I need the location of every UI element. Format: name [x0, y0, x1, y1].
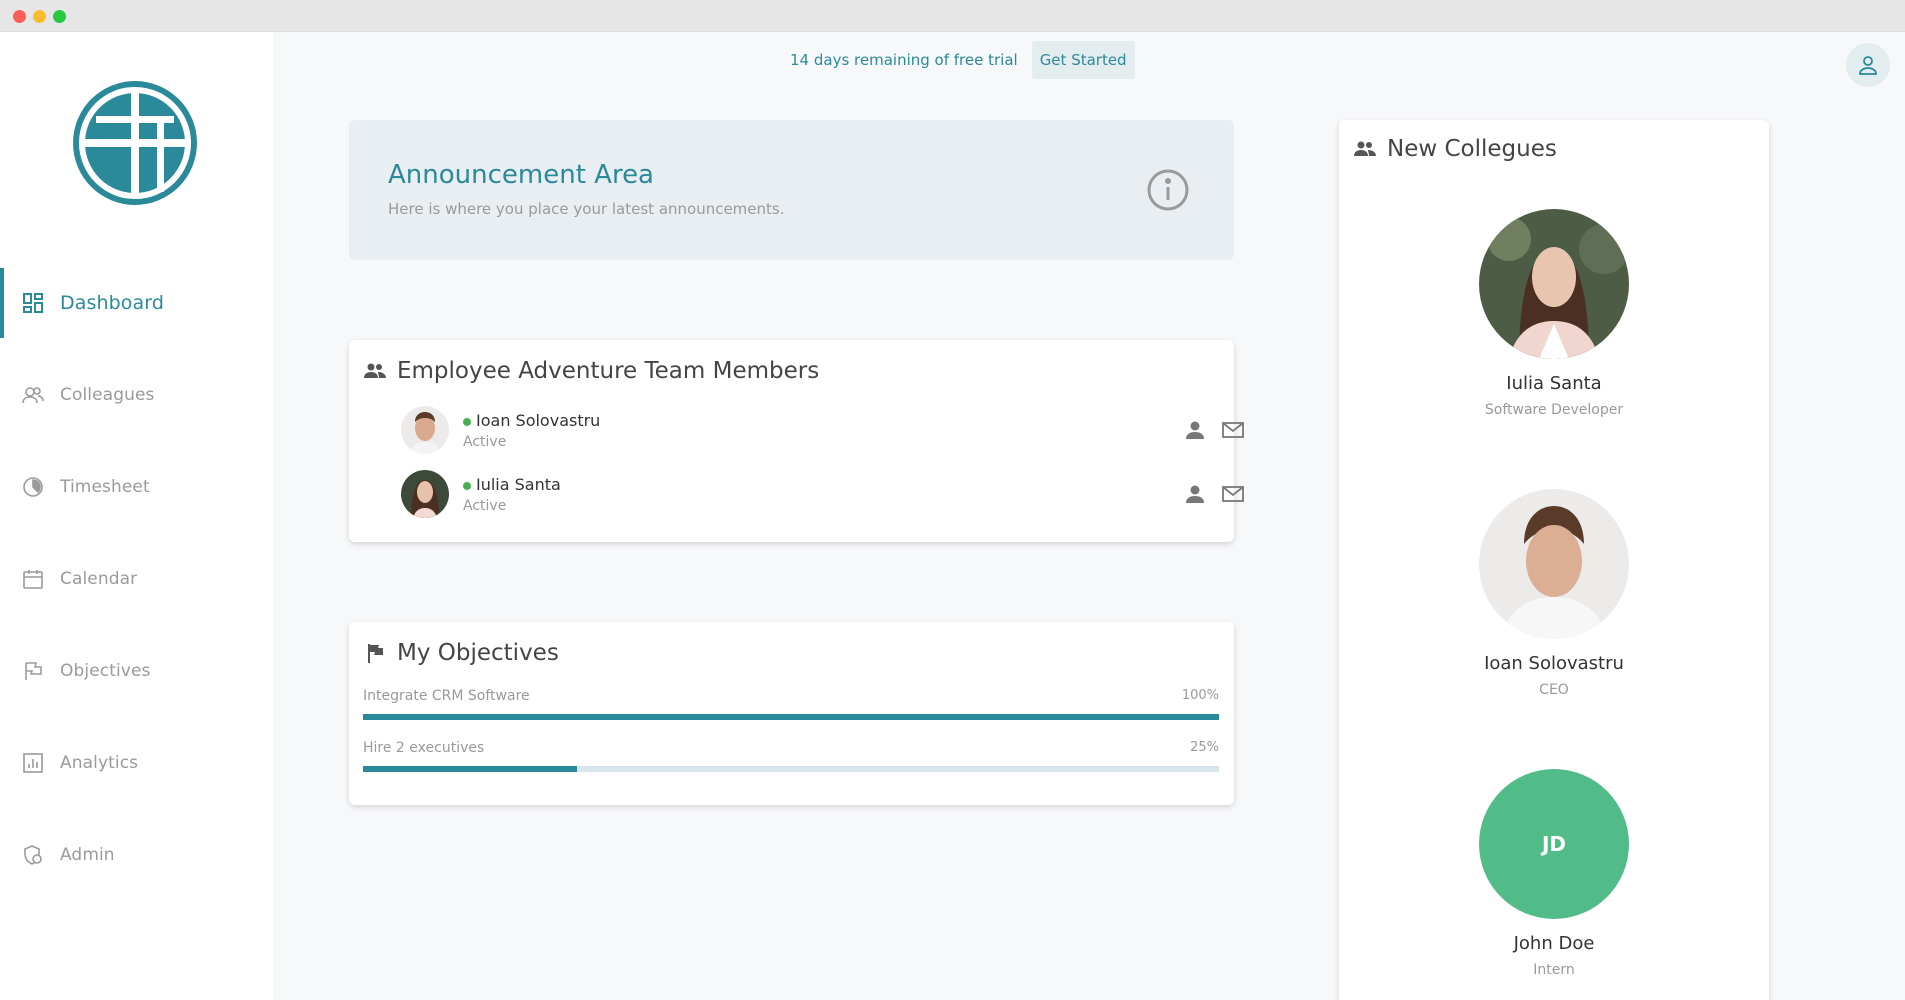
close-window-button[interactable] — [13, 10, 26, 23]
colleague-role: Intern — [1533, 962, 1575, 978]
team-card-title: Employee Adventure Team Members — [397, 358, 820, 384]
avatar[interactable] — [1479, 489, 1629, 639]
trial-message: 14 days remaining of free trial — [790, 51, 1018, 69]
status-dot — [463, 482, 471, 490]
team-member-row: Iulia Santa Active — [401, 470, 1244, 520]
flag-icon — [363, 641, 387, 665]
view-profile-icon[interactable] — [1183, 418, 1207, 442]
announcement-subtitle: Here is where you place your latest anno… — [388, 200, 785, 218]
colleague-profile[interactable]: Iulia Santa Software Developer — [1339, 209, 1769, 418]
flag-icon — [22, 660, 44, 682]
view-profile-icon[interactable] — [1183, 482, 1207, 506]
team-member-row: Ioan Solovastru Active — [401, 406, 1244, 456]
avatar-initials: JD — [1541, 832, 1567, 856]
sidebar-item-label: Timesheet — [60, 477, 150, 497]
sidebar-item-dashboard[interactable]: Dashboard — [0, 268, 273, 338]
objective-name: Integrate CRM Software — [363, 688, 530, 704]
avatar[interactable] — [401, 470, 449, 518]
objective-percent: 100% — [1181, 688, 1219, 703]
info-icon[interactable] — [1146, 168, 1190, 212]
member-name: Ioan Solovastru — [476, 411, 601, 430]
pie-clock-icon — [22, 476, 44, 498]
sidebar-item-label: Admin — [60, 845, 115, 865]
window-titlebar — [0, 0, 1905, 32]
sidebar-item-timesheet[interactable]: Timesheet — [0, 452, 273, 522]
avatar[interactable] — [1479, 209, 1629, 359]
objective-progress-fill — [363, 766, 577, 772]
colleague-name: Ioan Solovastru — [1484, 653, 1624, 674]
objective-percent: 25% — [1190, 740, 1219, 755]
objectives-card-header: My Objectives — [363, 640, 559, 666]
objective-progress-track — [363, 714, 1219, 720]
team-members-card: Employee Adventure Team Members Ioan Sol… — [349, 340, 1244, 542]
dashboard-icon — [22, 292, 44, 314]
sidebar-item-colleagues[interactable]: Colleagues — [0, 360, 273, 430]
member-status: Active — [463, 498, 507, 514]
sidebar-item-label: Analytics — [60, 753, 139, 773]
people-icon — [22, 384, 44, 406]
status-dot — [463, 418, 471, 426]
group-icon — [1353, 137, 1377, 161]
new-colleagues-title: New Collegues — [1387, 136, 1557, 162]
new-colleagues-header: New Collegues — [1353, 136, 1557, 162]
team-card-header: Employee Adventure Team Members — [363, 358, 819, 384]
user-icon — [1859, 56, 1877, 75]
member-name: Iulia Santa — [476, 475, 561, 494]
announcement-area: Announcement Area Here is where you plac… — [349, 120, 1234, 260]
colleague-role: Software Developer — [1484, 402, 1624, 418]
sidebar-item-label: Colleagues — [60, 385, 155, 405]
minimize-window-button[interactable] — [33, 10, 46, 23]
sidebar-item-admin[interactable]: Admin — [0, 820, 273, 890]
bar-chart-icon — [22, 752, 44, 774]
colleague-role: CEO — [1539, 682, 1569, 698]
colleague-name: Iulia Santa — [1506, 373, 1602, 394]
sidebar-item-calendar[interactable]: Calendar — [0, 544, 273, 614]
objectives-card-title: My Objectives — [397, 640, 559, 666]
objective-progress-fill — [363, 714, 1219, 720]
colleague-profile[interactable]: Ioan Solovastru CEO — [1339, 489, 1769, 698]
objective-progress-track — [363, 766, 1219, 772]
group-icon — [363, 359, 387, 383]
new-colleagues-card: New Collegues Iulia Santa Software Devel… — [1339, 120, 1769, 1000]
objective-name: Hire 2 executives — [363, 740, 485, 756]
colleague-name: John Doe — [1513, 933, 1595, 954]
avatar[interactable] — [401, 406, 449, 454]
sidebar-item-label: Calendar — [60, 569, 138, 589]
sidebar-item-objectives[interactable]: Objectives — [0, 636, 273, 706]
user-profile-button[interactable] — [1846, 43, 1890, 87]
sidebar-item-label: Objectives — [60, 661, 151, 681]
sidebar: Dashboard Colleagues Timesheet Calendar — [0, 32, 273, 1000]
mail-icon[interactable] — [1221, 418, 1245, 442]
zoom-window-button[interactable] — [53, 10, 66, 23]
colleague-profile[interactable]: JD John Doe Intern — [1339, 769, 1769, 978]
calendar-icon — [22, 568, 44, 590]
sidebar-item-analytics[interactable]: Analytics — [0, 728, 273, 798]
member-status: Active — [463, 434, 507, 450]
announcement-title: Announcement Area — [388, 160, 654, 190]
shield-icon — [22, 844, 44, 866]
get-started-button[interactable]: Get Started — [1031, 41, 1135, 79]
mail-icon[interactable] — [1221, 482, 1245, 506]
avatar[interactable]: JD — [1479, 769, 1629, 919]
sidebar-item-label: Dashboard — [60, 292, 164, 314]
trial-banner: 14 days remaining of free trial Get Star… — [790, 41, 1135, 79]
app-logo[interactable] — [72, 80, 198, 206]
objectives-card: My Objectives Integrate CRM Software 100… — [349, 622, 1234, 805]
